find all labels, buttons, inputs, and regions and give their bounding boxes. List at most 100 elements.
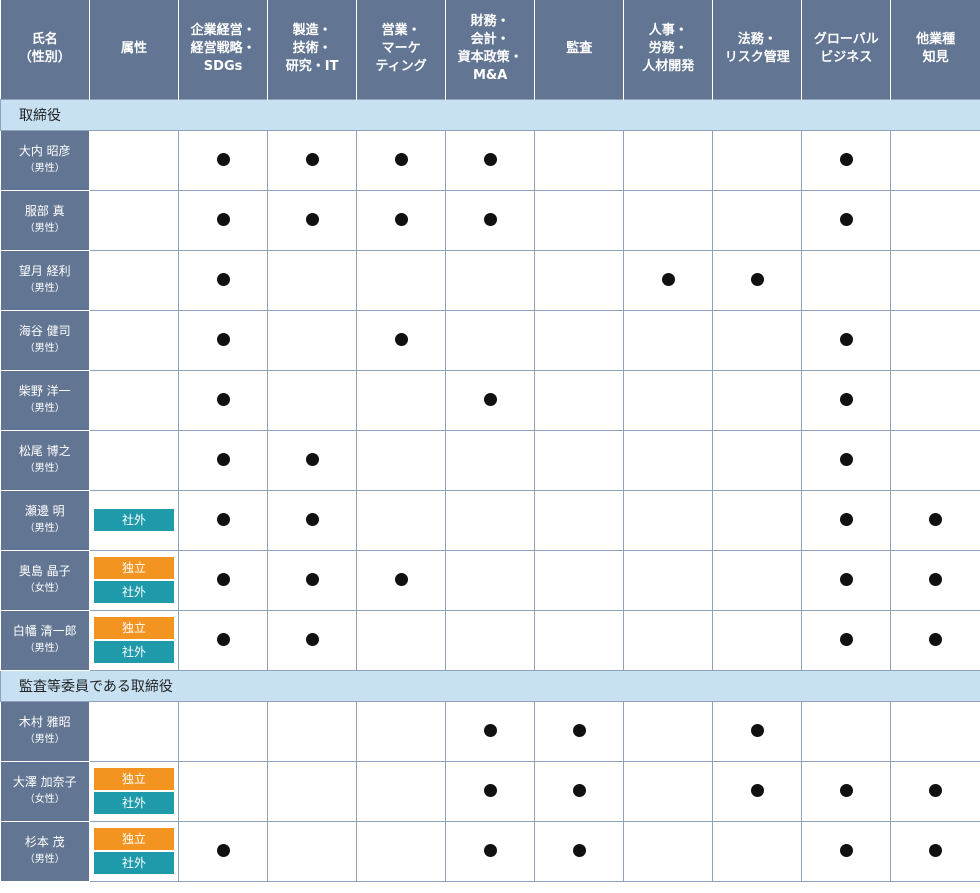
outside-badge: 社外 [94, 581, 175, 603]
skill-cell [801, 609, 892, 671]
skill-cell [267, 129, 358, 191]
member-sex: （男性） [24, 854, 65, 865]
skill-dot-icon [216, 843, 230, 857]
skill-cell [890, 309, 980, 371]
skill-cell [267, 700, 358, 762]
skill-cell [712, 700, 803, 762]
skill-dot-icon [839, 152, 853, 166]
skill-cell [801, 189, 892, 251]
skill-cell [801, 429, 892, 491]
skill-cell [445, 820, 536, 882]
member-sex: （男性） [24, 403, 65, 414]
member-name: 柴野 洋一 [18, 384, 71, 398]
member-name-cell: 望月 経利 （男性） [0, 249, 91, 311]
skill-cell [178, 700, 269, 762]
skill-cell [267, 429, 358, 491]
member-name-cell: 杉本 茂 （男性） [0, 820, 91, 882]
skill-cell [356, 249, 447, 311]
skill-dot-icon [839, 632, 853, 646]
skill-dot-icon [750, 783, 764, 797]
member-name: 奥島 晶子 [18, 564, 71, 578]
skill-cell [534, 820, 625, 882]
table-row: 木村 雅昭 （男性） [0, 700, 980, 762]
skill-cell [178, 369, 269, 431]
skill-cell [267, 489, 358, 551]
skill-cell [267, 369, 358, 431]
skill-cell [623, 249, 714, 311]
skill-cell [623, 549, 714, 611]
skill-cell [712, 129, 803, 191]
header-row: 氏名 （性別） 属性 企業経営・ 経営戦略・ SDGs 製造・ 技術・ 研究・I… [0, 0, 980, 99]
skill-cell [178, 489, 269, 551]
skill-cell [801, 489, 892, 551]
skill-dot-icon [483, 783, 497, 797]
attribute-cell [89, 309, 180, 371]
skill-cell [890, 489, 980, 551]
attribute-cell: 独立 社外 [89, 549, 180, 611]
skill-cell [801, 129, 892, 191]
member-sex: （男性） [24, 283, 65, 294]
skill-dot-icon [572, 723, 586, 737]
skill-cell [890, 760, 980, 822]
table-row: 奥島 晶子 （女性） 独立 社外 [0, 549, 980, 611]
skill-dot-icon [394, 332, 408, 346]
skill-cell [623, 189, 714, 251]
skill-dot-icon [216, 152, 230, 166]
header-skill-manufacturing: 製造・ 技術・ 研究・IT [267, 0, 358, 99]
skill-cell [534, 189, 625, 251]
skill-cell [445, 760, 536, 822]
skill-cell [534, 609, 625, 671]
skill-cell [623, 429, 714, 491]
member-name: 木村 雅昭 [18, 715, 71, 729]
skill-cell [890, 700, 980, 762]
skill-cell [801, 820, 892, 882]
skill-cell [890, 820, 980, 882]
skill-cell [712, 309, 803, 371]
attribute-cell [89, 429, 180, 491]
skill-cell [267, 760, 358, 822]
skill-cell [801, 760, 892, 822]
attribute-cell: 社外 [89, 489, 180, 551]
skill-cell [267, 189, 358, 251]
attribute-cell [89, 700, 180, 762]
skill-cell [267, 820, 358, 882]
member-name-cell: 奥島 晶子 （女性） [0, 549, 91, 611]
skill-dot-icon [483, 843, 497, 857]
skill-cell [445, 700, 536, 762]
skill-dot-icon [661, 272, 675, 286]
attribute-cell [89, 189, 180, 251]
skill-cell [712, 489, 803, 551]
outside-badge: 社外 [94, 509, 175, 531]
skill-dot-icon [839, 212, 853, 226]
member-name: 松尾 博之 [18, 444, 71, 458]
table-row: 海谷 健司 （男性） [0, 309, 980, 371]
skill-cell [801, 309, 892, 371]
skill-cell [267, 609, 358, 671]
member-name-cell: 瀬邊 明 （男性） [0, 489, 91, 551]
skill-cell [890, 429, 980, 491]
skill-cell [356, 369, 447, 431]
header-skill-management: 企業経営・ 経営戦略・ SDGs [178, 0, 269, 99]
header-skill-other-industry: 他業種 知見 [890, 0, 980, 99]
member-name-cell: 木村 雅昭 （男性） [0, 700, 91, 762]
skill-dot-icon [394, 152, 408, 166]
skill-matrix-table: 氏名 （性別） 属性 企業経営・ 経営戦略・ SDGs 製造・ 技術・ 研究・I… [0, 0, 980, 882]
skill-dot-icon [839, 452, 853, 466]
table-row: 服部 真 （男性） [0, 189, 980, 251]
header-skill-audit: 監査 [534, 0, 625, 99]
skill-cell [445, 189, 536, 251]
attribute-cell [89, 249, 180, 311]
skill-cell [712, 369, 803, 431]
table-row: 白幡 清一郎 （男性） 独立 社外 [0, 609, 980, 671]
skill-cell [712, 249, 803, 311]
member-sex: （女性） [24, 794, 65, 805]
member-sex: （男性） [24, 523, 65, 534]
skill-dot-icon [216, 332, 230, 346]
member-sex: （男性） [24, 734, 65, 745]
header-skill-legal: 法務・ リスク管理 [712, 0, 803, 99]
skill-cell [623, 760, 714, 822]
skill-cell [623, 820, 714, 882]
skill-dot-icon [394, 572, 408, 586]
skill-dot-icon [839, 783, 853, 797]
member-name-cell: 大内 昭彦 （男性） [0, 129, 91, 191]
